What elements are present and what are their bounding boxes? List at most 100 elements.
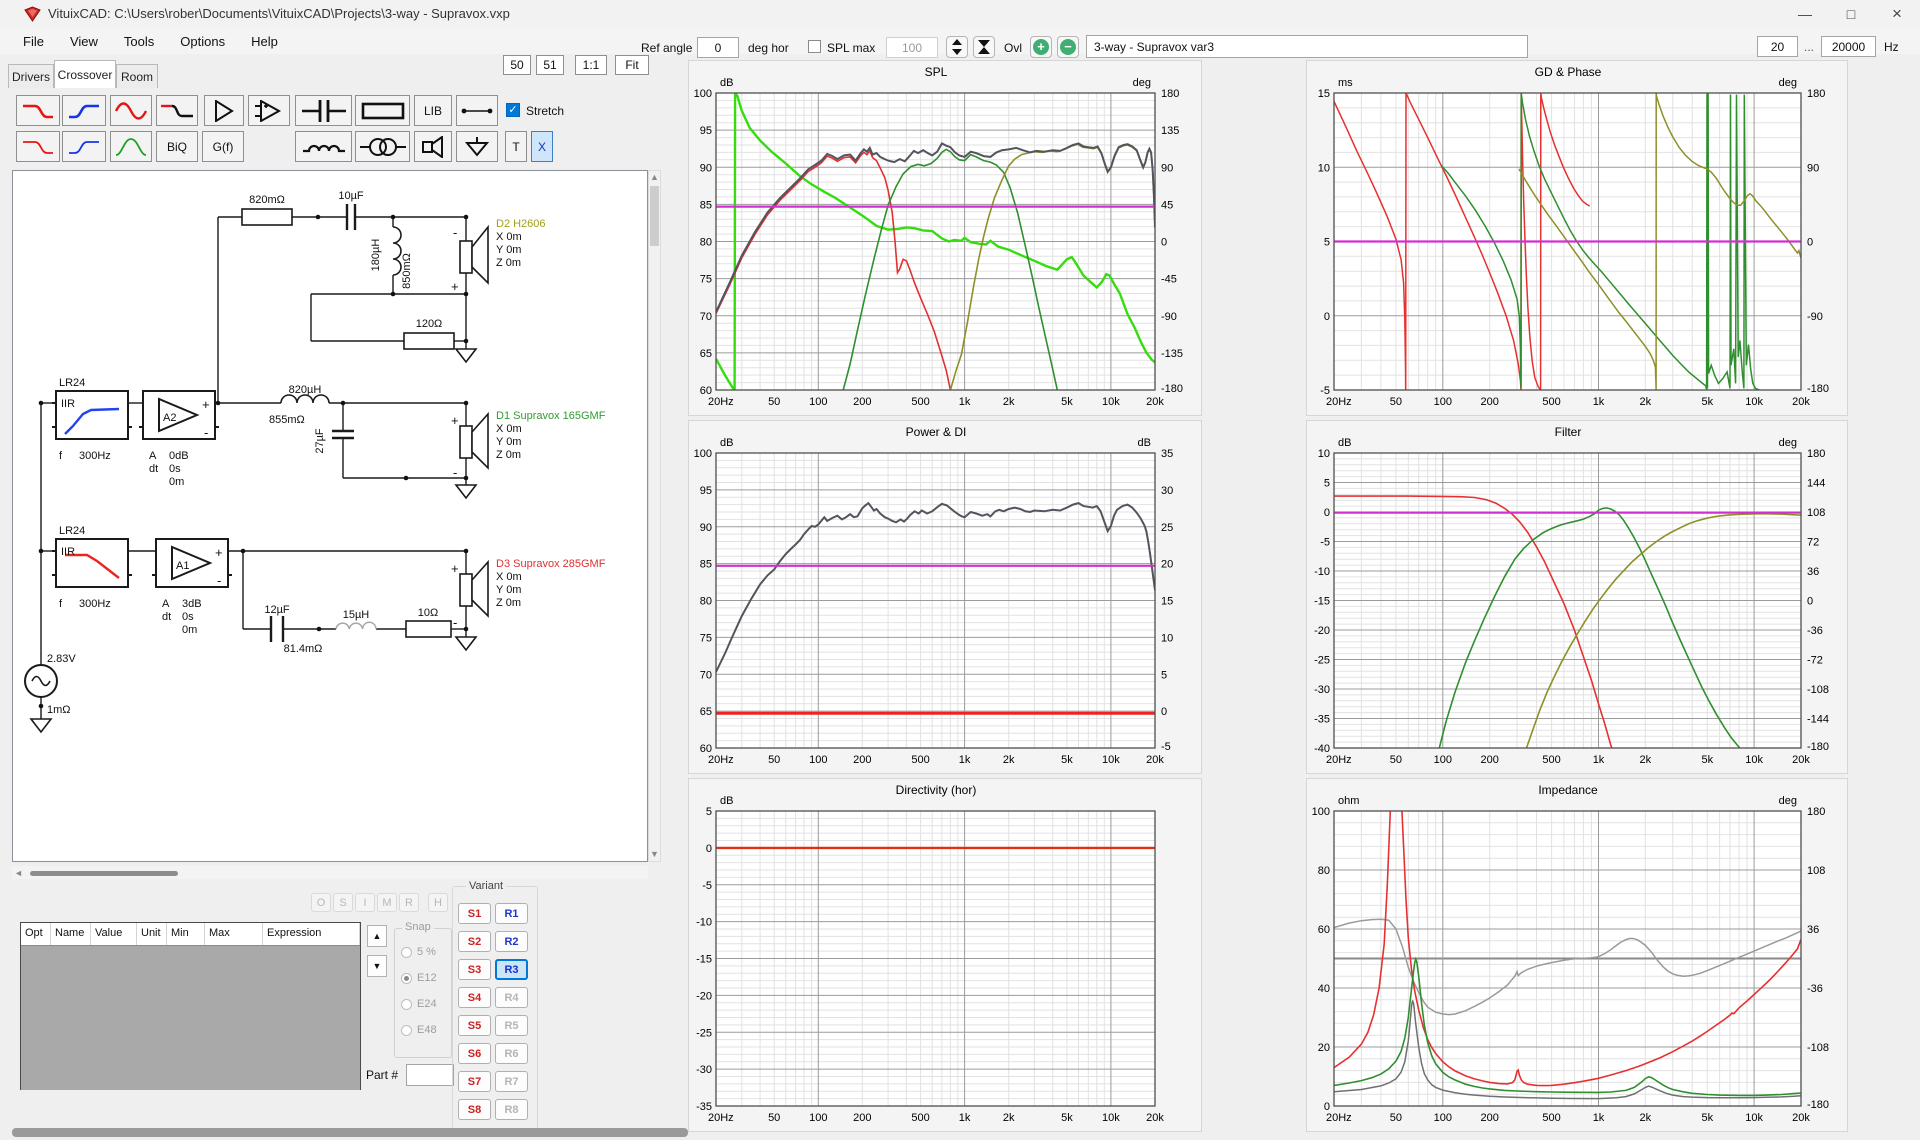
minimize-button[interactable]: — — [1782, 0, 1828, 28]
tab-crossover[interactable]: Crossover — [54, 60, 116, 88]
svg-text:50: 50 — [768, 1112, 780, 1124]
spl-max-checkbox[interactable] — [808, 40, 821, 53]
fit-vertical-button[interactable] — [973, 36, 995, 58]
tab-room[interactable]: Room — [116, 64, 158, 88]
menu-options[interactable]: Options — [167, 30, 238, 53]
svg-text:36: 36 — [1807, 924, 1819, 936]
bandpass-green-icon — [114, 137, 148, 157]
parameter-table[interactable]: OptNameValueUnitMinMaxExpression — [20, 922, 361, 1090]
variant-s1[interactable]: S1 — [458, 903, 491, 924]
variant-s7[interactable]: S7 — [458, 1071, 491, 1092]
transfer-function-button[interactable]: G(f) — [202, 131, 244, 162]
variant-r5[interactable]: R5 — [495, 1015, 528, 1036]
vscroll-thumb[interactable] — [650, 186, 659, 246]
text-tool-button[interactable]: T — [505, 131, 527, 162]
hz-label: Hz — [1884, 40, 1899, 54]
bandpass-block-button[interactable] — [110, 95, 152, 126]
variant-r6[interactable]: R6 — [495, 1043, 528, 1064]
opt-button-r[interactable]: R — [399, 893, 419, 912]
svg-text:-30: -30 — [1314, 684, 1330, 696]
delete-tool-button[interactable]: X — [531, 131, 553, 162]
hscroll-thumb[interactable] — [30, 871, 178, 876]
svg-text:-5: -5 — [1161, 741, 1171, 753]
ground-button[interactable] — [456, 131, 498, 162]
svg-text:20k: 20k — [1792, 754, 1810, 766]
lowpass-block-button[interactable] — [16, 95, 60, 126]
capacitor-button[interactable] — [295, 95, 352, 126]
spinner-button[interactable] — [946, 36, 968, 58]
menu-tools[interactable]: Tools — [111, 30, 167, 53]
label-c-27uf: 27µF — [314, 428, 326, 454]
bandpass-filter-button[interactable] — [110, 131, 152, 162]
highpass-filter-button[interactable] — [62, 131, 106, 162]
hscroll-left-icon[interactable]: ◄ — [14, 868, 23, 878]
freq-max-input[interactable]: 20000 — [1821, 36, 1876, 57]
opamp-button[interactable] — [248, 95, 290, 126]
wire-button[interactable] — [456, 95, 498, 126]
inductor-button[interactable] — [295, 131, 352, 162]
move-down-button[interactable]: ▼ — [367, 955, 387, 977]
resistor-button[interactable] — [355, 95, 410, 126]
zoom-50-button[interactable]: 50 — [503, 55, 531, 75]
vscroll-down-icon[interactable]: ▼ — [650, 849, 659, 859]
variant-s2[interactable]: S2 — [458, 931, 491, 952]
svg-text:5: 5 — [1161, 669, 1167, 681]
vscroll-up-icon[interactable]: ▲ — [650, 172, 659, 182]
menu-help[interactable]: Help — [238, 30, 291, 53]
ref-angle-input[interactable]: 0 — [697, 37, 739, 58]
schematic-vscrollbar[interactable] — [648, 170, 661, 862]
variant-s6[interactable]: S6 — [458, 1043, 491, 1064]
part-number-input[interactable] — [406, 1064, 454, 1086]
parameter-table-body[interactable] — [21, 946, 360, 1090]
schematic-canvas[interactable]: 820mΩ 10µF 180µH 850mΩ 120Ω - + D2 H2606… — [12, 170, 648, 862]
move-up-button[interactable]: ▲ — [367, 925, 387, 947]
variant-r8[interactable]: R8 — [495, 1099, 528, 1120]
snap-option-5[interactable]: 5 % — [401, 946, 436, 958]
variant-r3[interactable]: R3 — [495, 959, 528, 980]
tab-drivers[interactable]: Drivers — [8, 64, 54, 88]
transformer-button[interactable] — [355, 131, 410, 162]
overlay-add-button[interactable]: + — [1030, 36, 1052, 58]
variant-s8[interactable]: S8 — [458, 1099, 491, 1120]
variant-r2[interactable]: R2 — [495, 931, 528, 952]
freq-min-input[interactable]: 20 — [1757, 36, 1798, 57]
svg-text:20Hz: 20Hz — [708, 396, 734, 408]
svg-text:200: 200 — [1481, 1112, 1499, 1124]
svg-text:90: 90 — [700, 522, 712, 534]
menu-file[interactable]: File — [10, 30, 57, 53]
variant-name-input[interactable]: 3-way - Supravox var3 — [1086, 35, 1528, 58]
zoom-fit-button[interactable]: Fit — [615, 55, 649, 75]
snap-option-E24[interactable]: E24 — [401, 998, 437, 1010]
library-button[interactable]: LIB — [414, 95, 452, 126]
overlay-remove-button[interactable]: − — [1057, 36, 1079, 58]
inductor-icon — [301, 139, 347, 155]
snap-option-E12[interactable]: E12 — [401, 972, 437, 984]
mid-dt-label: dt — [149, 463, 158, 475]
variant-r7[interactable]: R7 — [495, 1071, 528, 1092]
zoom-51-button[interactable]: 51 — [536, 55, 564, 75]
stretch-checkbox[interactable]: ✓ — [506, 103, 520, 117]
speaker-button[interactable] — [414, 131, 452, 162]
zoom-1to1-button[interactable]: 1:1 — [575, 55, 607, 75]
spl-max-input[interactable]: 100 — [886, 37, 938, 58]
variant-r1[interactable]: R1 — [495, 903, 528, 924]
shelf-block-button[interactable] — [156, 95, 198, 126]
snap-option-E48[interactable]: E48 — [401, 1024, 437, 1036]
highpass-block-button[interactable] — [62, 95, 106, 126]
menu-view[interactable]: View — [57, 30, 111, 53]
opt-button-i[interactable]: I — [355, 893, 375, 912]
variant-s3[interactable]: S3 — [458, 959, 491, 980]
variant-r4[interactable]: R4 — [495, 987, 528, 1008]
buffer-button[interactable] — [204, 95, 244, 126]
close-button[interactable]: × — [1874, 0, 1920, 28]
variant-s4[interactable]: S4 — [458, 987, 491, 1008]
maximize-button[interactable]: □ — [1828, 0, 1874, 28]
opt-button-o[interactable]: O — [311, 893, 331, 912]
opt-button-s[interactable]: S — [333, 893, 353, 912]
biquad-button[interactable]: BiQ — [156, 131, 198, 162]
lowpass-filter-button[interactable] — [16, 131, 60, 162]
opt-button-m[interactable]: M — [377, 893, 397, 912]
opt-button-h[interactable]: H — [428, 893, 448, 912]
variant-s5[interactable]: S5 — [458, 1015, 491, 1036]
title-bar[interactable]: VituixCAD: C:\Users\rober\Documents\Vitu… — [0, 0, 1920, 29]
